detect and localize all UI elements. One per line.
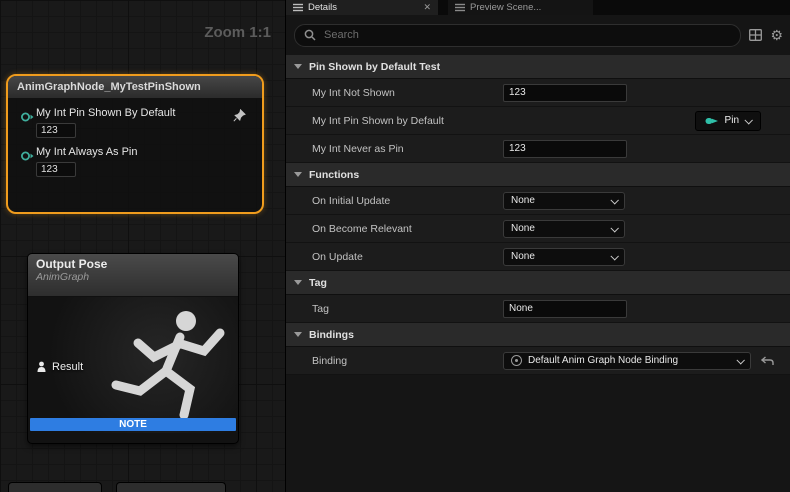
section-header-bindings[interactable]: Bindings [286, 323, 790, 347]
chevron-down-icon [610, 224, 618, 232]
int-pin-icon[interactable] [20, 110, 36, 128]
property-label: My Int Never as Pin [286, 143, 503, 155]
node-pin-row: My Int Pin Shown By Default [8, 99, 262, 138]
section-title: Tag [309, 277, 327, 289]
property-row: On Update None [286, 243, 790, 271]
pin-dropdown-button[interactable]: Pin [695, 111, 761, 131]
on-become-relevant-dropdown[interactable]: None [503, 220, 625, 238]
dropdown-value: None [511, 195, 535, 206]
section-header-functions[interactable]: Functions [286, 163, 790, 187]
property-row: On Become Relevant None [286, 215, 790, 243]
my-int-never-as-pin-input[interactable] [503, 140, 627, 158]
property-label: My Int Pin Shown by Default [286, 115, 503, 127]
tab-preview-scene[interactable]: Preview Scene... [448, 0, 593, 15]
binding-dropdown[interactable]: Default Anim Graph Node Binding [503, 352, 751, 370]
output-pose-node[interactable]: Output Pose AnimGraph Result [27, 253, 239, 444]
section-title: Pin Shown by Default Test [309, 61, 440, 73]
section-header-pin-test[interactable]: Pin Shown by Default Test [286, 55, 790, 79]
details-tab-icon [293, 3, 303, 12]
pose-pin-icon [36, 361, 47, 373]
output-pose-header[interactable]: Output Pose AnimGraph [28, 254, 238, 297]
section-title: Bindings [309, 329, 354, 341]
details-panel: Details ✕ Preview Scene... ⚙ Pin Shown b… [285, 0, 790, 492]
property-row: Tag [286, 295, 790, 323]
note-banner[interactable]: NOTE [30, 418, 236, 431]
zoom-level-label: Zoom 1:1 [204, 24, 271, 41]
on-initial-update-dropdown[interactable]: None [503, 192, 625, 210]
chevron-down-icon [294, 332, 302, 337]
tab-label: Details [308, 2, 337, 13]
property-row: On Initial Update None [286, 187, 790, 215]
pin-value-input[interactable] [36, 123, 76, 138]
chevron-down-icon [294, 64, 302, 69]
anim-graph-canvas[interactable]: Zoom 1:1 AnimGraphNode_MyTestPinShown My… [0, 0, 285, 492]
pin-label: My Int Pin Shown By Default [36, 107, 175, 119]
chevron-down-icon [294, 172, 302, 177]
property-row: My Int Not Shown [286, 79, 790, 107]
search-icon [304, 29, 316, 41]
pin-button-label: Pin [725, 115, 739, 126]
node-title: Output Pose [36, 257, 230, 271]
anim-graph-node-selected[interactable]: AnimGraphNode_MyTestPinShown My Int Pin … [6, 74, 264, 214]
node-title[interactable]: AnimGraphNode_MyTestPinShown [8, 76, 262, 99]
chevron-down-icon [736, 356, 744, 364]
partial-node[interactable] [116, 482, 226, 492]
property-label: On Become Relevant [286, 223, 503, 235]
node-subtitle: AnimGraph [36, 271, 230, 283]
settings-gear-icon[interactable]: ⚙ [770, 28, 783, 42]
property-label: On Update [286, 251, 503, 263]
search-input[interactable] [322, 28, 731, 42]
tab-details[interactable]: Details ✕ [286, 0, 438, 15]
section-title: Functions [309, 169, 359, 181]
result-pin-label: Result [52, 361, 83, 373]
binding-icon [511, 355, 522, 366]
tab-bar: Details ✕ Preview Scene... [286, 0, 790, 15]
close-icon[interactable]: ✕ [423, 3, 431, 12]
on-update-dropdown[interactable]: None [503, 248, 625, 266]
dropdown-value: None [511, 223, 535, 234]
property-label: My Int Not Shown [286, 87, 503, 99]
chevron-down-icon [610, 196, 618, 204]
property-row: My Int Never as Pin [286, 135, 790, 163]
unreal-editor-window: Zoom 1:1 AnimGraphNode_MyTestPinShown My… [0, 0, 790, 492]
revert-arrow-icon[interactable] [761, 356, 774, 366]
property-row: My Int Pin Shown by Default Pin [286, 107, 790, 135]
search-row: ⚙ [286, 15, 790, 55]
grid-view-icon[interactable] [749, 29, 762, 41]
pin-value-input[interactable] [36, 162, 76, 177]
section-header-tag[interactable]: Tag [286, 271, 790, 295]
chevron-down-icon [744, 116, 752, 124]
chevron-down-icon [294, 280, 302, 285]
my-int-not-shown-input[interactable] [503, 84, 627, 102]
int-pin-icon[interactable] [20, 149, 36, 167]
preview-tab-icon [455, 3, 465, 12]
property-label: Tag [286, 303, 503, 315]
pushpin-icon[interactable] [233, 109, 246, 127]
partial-node[interactable] [8, 482, 102, 492]
property-row: Binding Default Anim Graph Node Binding [286, 347, 790, 375]
output-pose-body: Result NOTE [28, 297, 238, 433]
tab-label: Preview Scene... [470, 2, 541, 13]
dropdown-value: None [511, 251, 535, 262]
property-label: On Initial Update [286, 195, 503, 207]
dropdown-value: Default Anim Graph Node Binding [528, 355, 731, 366]
result-pin[interactable]: Result [36, 361, 83, 373]
node-pin-row: My Int Always As Pin [8, 138, 262, 177]
pin-label: My Int Always As Pin [36, 146, 137, 158]
chevron-down-icon [610, 252, 618, 260]
property-label: Binding [286, 355, 503, 367]
pin-glyph-icon [705, 117, 719, 125]
tag-input[interactable] [503, 300, 627, 318]
search-box[interactable] [294, 24, 741, 47]
